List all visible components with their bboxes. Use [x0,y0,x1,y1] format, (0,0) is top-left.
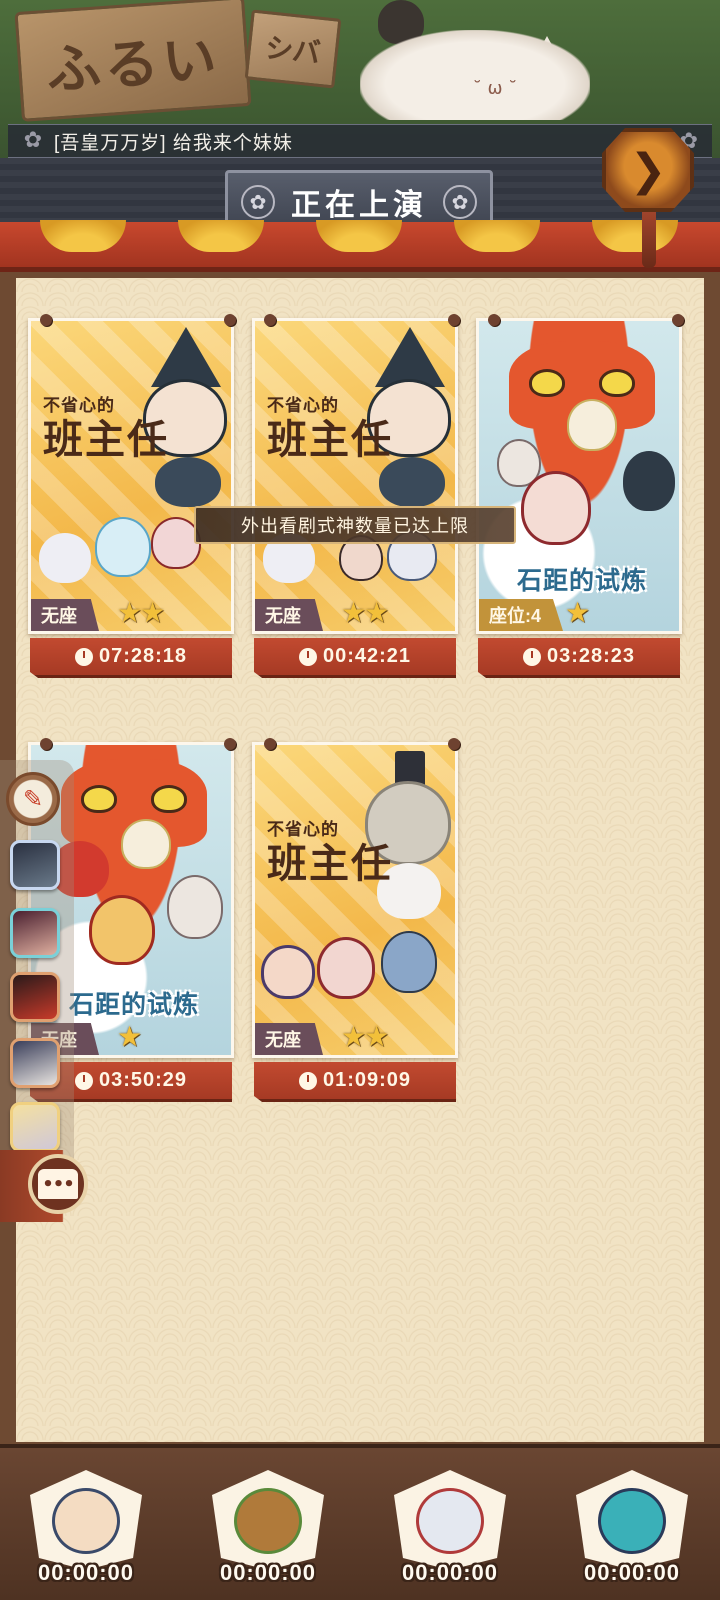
dock-home-button[interactable]: ••• [28,1154,88,1214]
seat-tag: 无座 [31,599,99,631]
character-portrait [623,451,675,511]
pin-icon [40,314,52,326]
card-title: 石距的试炼 [516,567,647,595]
tassel-decoration [642,212,656,268]
card-title: 不省心的 班主任 [267,815,397,888]
card-title-big: 班主任 [43,418,169,462]
character-portrait [234,1488,302,1554]
show-card[interactable]: 不省心的 班主任 无座 ★★ [252,318,458,634]
timer-tab: 03:28:23 [478,638,680,678]
pin-icon [448,738,460,750]
wooden-sign: ふるい [14,0,252,122]
character-hat [151,327,221,387]
character-portrait [381,931,437,993]
pin-icon [264,314,276,326]
character-portrait [39,533,91,583]
card-title-small: 不省心的 [267,820,339,839]
star-rating: ★★ [341,596,389,629]
card-title: 不省心的 班主任 [267,391,397,464]
sakura-crest-icon: ✿ [23,128,43,153]
cat-face: ˘ ω ˘ [472,78,518,99]
clock-icon [74,647,93,666]
seat-tag: 座位:4 [479,599,564,631]
card-title-big: 班主任 [267,418,393,462]
pin-icon [224,314,236,326]
character-portrait [521,471,591,545]
pin-icon [448,314,460,326]
seat-tag: 无座 [255,599,323,631]
character-hat [375,327,445,387]
card-title-small: 不省心的 [43,396,115,415]
character-portrait [379,457,445,507]
timer-text: 07:28:18 [98,645,188,667]
timer-text: 03:28:23 [546,645,636,667]
character-portrait [567,399,617,451]
chevron-right-icon: ❯ [629,144,667,196]
character-eye [599,369,635,397]
character-portrait [416,1488,484,1554]
page-title: 正在上演 [291,189,427,222]
star-rating: ★ [565,596,590,629]
pin-icon [40,738,52,750]
character-eye [81,785,117,813]
shikigami-avatar[interactable] [10,1038,60,1088]
clock-icon [298,1071,317,1090]
sakura-crest-icon: ✿ [443,185,477,219]
more-icon: ••• [38,1169,78,1199]
timer-tab: 01:09:09 [254,1062,456,1102]
character-portrait [155,457,221,507]
sakura-crest-icon: ✿ [241,185,275,219]
show-card[interactable]: 不省心的 班主任 无座 ★★ [252,742,458,1058]
star-rating: ★★ [117,596,165,629]
character-portrait [167,875,223,939]
show-card[interactable]: 石距的试炼 座位:4 ★ [476,318,682,634]
card-title: 不省心的 班主任 [43,391,173,464]
timer-text: 00:42:21 [322,645,412,667]
ticker-message: [吾皇万万岁] 给我来个妹妹 [54,132,293,154]
seat-tag: 无座 [255,1023,323,1055]
character-portrait [121,819,171,869]
limit-reached-toast: 外出看剧式神数量已达上限 [194,506,516,544]
shikigami-avatar[interactable] [10,908,60,958]
pin-icon [488,314,500,326]
slot-timer: 00:00:00 [219,1560,317,1585]
timer-tab: 07:28:18 [30,638,232,678]
character-portrait [317,937,375,999]
shikigami-avatar[interactable] [10,840,60,890]
shikigami-avatar[interactable] [10,1102,60,1152]
card-title-small: 不省心的 [267,396,339,415]
next-button[interactable]: ❯ [602,128,694,212]
star-rating: ★★ [341,1020,389,1053]
notice-board-icon[interactable]: ✎ [6,772,60,826]
timer-tab: 00:42:21 [254,638,456,678]
shikigami-avatar[interactable] [10,972,60,1022]
timer-text: 01:09:09 [322,1069,412,1091]
clock-icon [298,647,317,666]
character-portrait [95,517,151,577]
show-card[interactable]: 不省心的 班主任 无座 ★★ [28,318,234,634]
lucky-cat-decoration [360,30,590,120]
slot-timer: 00:00:00 [401,1560,499,1585]
star-rating: ★ [117,1020,142,1053]
character-portrait [261,945,315,999]
character-portrait [52,1488,120,1554]
timer-text: 03:50:29 [98,1069,188,1091]
wooden-sign-small: シバ [244,9,342,89]
character-eye [529,369,565,397]
character-eye [151,785,187,813]
clock-icon [522,647,541,666]
character-portrait [598,1488,666,1554]
character-portrait [89,895,155,965]
pin-icon [224,738,236,750]
card-title-big: 班主任 [267,842,393,886]
pin-icon [672,314,684,326]
pin-icon [264,738,276,750]
clock-icon [74,1071,93,1090]
slot-timer: 00:00:00 [37,1560,135,1585]
slot-timer: 00:00:00 [583,1560,681,1585]
